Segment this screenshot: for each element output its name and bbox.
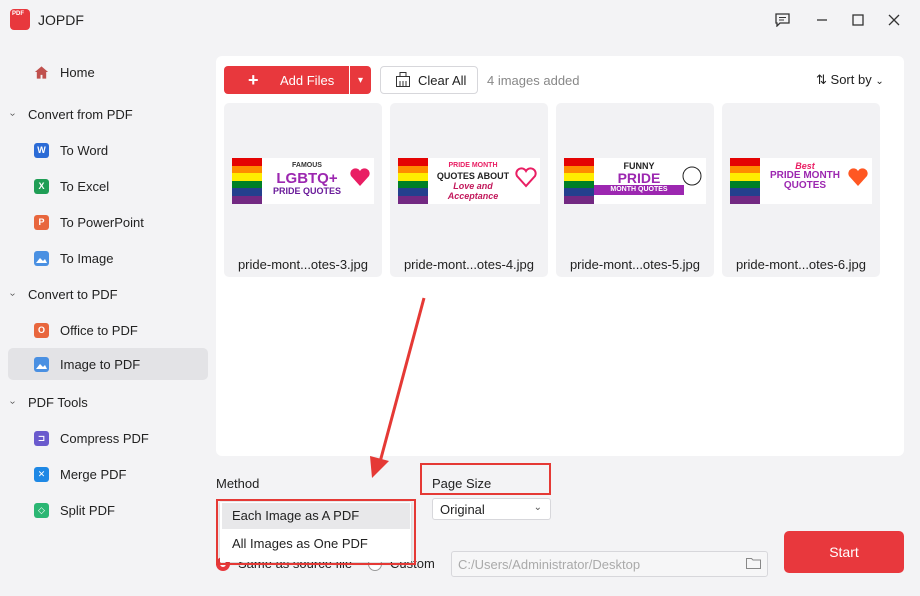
image-icon (34, 250, 49, 266)
chevron-down-icon: ⌄ (533, 502, 542, 513)
office-icon: O (34, 322, 49, 338)
thumbnail-text: PRIDE MONTH QUOTES ABOUT Love and Accept… (436, 162, 510, 201)
file-panel: + Add Files ▾ Clear All 4 images added ⇅… (216, 56, 904, 456)
sidebar-item-label: To Image (60, 250, 114, 266)
compress-icon: ⊐ (34, 430, 49, 446)
rainbow-flag-image (398, 158, 428, 204)
section-pdf-tools[interactable]: › PDF Tools (7, 386, 208, 418)
sidebar-item-label: To Excel (60, 178, 110, 194)
section-label: PDF Tools (28, 394, 88, 410)
page-size-value: Original (440, 502, 485, 517)
app-logo-text: PDF (12, 11, 24, 17)
annotation-highlight-box (216, 499, 416, 565)
method-label: Method (216, 476, 260, 491)
plus-icon: + (248, 69, 259, 90)
powerpoint-icon: P (34, 214, 49, 230)
sidebar-item-to-powerpoint[interactable]: P To PowerPoint (8, 206, 208, 238)
section-label: Convert to PDF (28, 286, 118, 302)
page-size-select[interactable]: Original ⌄ (432, 498, 551, 520)
clear-all-button[interactable]: Clear All (380, 66, 478, 94)
chevron-down-icon: › (7, 112, 19, 116)
file-card[interactable]: FUNNY PRIDE MONTH QUOTES pride-mont...ot… (556, 103, 714, 277)
file-card[interactable]: Best PRIDE MONTH QUOTES pride-mont...ote… (722, 103, 880, 277)
clear-all-label: Clear All (418, 72, 467, 88)
chevron-down-icon: › (7, 292, 19, 296)
chevron-down-icon: ▾ (357, 74, 364, 86)
feedback-icon[interactable] (772, 10, 792, 30)
sidebar-item-label: Merge PDF (60, 466, 127, 482)
sidebar-item-to-image[interactable]: To Image (8, 242, 208, 274)
file-name: pride-mont...otes-4.jpg (403, 257, 535, 272)
section-convert-from-pdf[interactable]: › Convert from PDF (7, 98, 208, 130)
file-name: pride-mont...otes-3.jpg (237, 257, 369, 272)
file-card[interactable]: FAMOUS LGBTQ+ PRIDE QUOTES pride-mont...… (224, 103, 382, 277)
title-bar: PDF JOPDF (0, 0, 920, 40)
file-name: pride-mont...otes-6.jpg (735, 257, 867, 272)
section-convert-to-pdf[interactable]: › Convert to PDF (7, 278, 208, 310)
app-title: JOPDF (38, 12, 84, 28)
sort-icon: ⇅ (816, 72, 827, 87)
sidebar-item-label: Compress PDF (60, 430, 149, 446)
app-logo: PDF (10, 9, 30, 30)
sidebar-item-label: Home (60, 64, 95, 80)
sidebar-item-merge-pdf[interactable]: ✕ Merge PDF (8, 458, 208, 490)
add-files-label: Add Files (280, 72, 335, 88)
sidebar-item-compress-pdf[interactable]: ⊐ Compress PDF (8, 422, 208, 454)
file-thumbnail: PRIDE MONTH QUOTES ABOUT Love and Accept… (398, 158, 540, 204)
heart-icon (515, 167, 537, 188)
file-thumbnail: Best PRIDE MONTH QUOTES (730, 158, 872, 204)
home-icon (34, 65, 49, 80)
sidebar-item-label: Image to PDF (60, 356, 141, 372)
file-name: pride-mont...otes-5.jpg (569, 257, 701, 272)
file-card[interactable]: PRIDE MONTH QUOTES ABOUT Love and Accept… (390, 103, 548, 277)
sidebar-item-split-pdf[interactable]: ◇ Split PDF (8, 494, 208, 526)
rainbow-flag-image (232, 158, 262, 204)
sort-by-button[interactable]: ⇅ Sort by ⌄ (816, 72, 884, 88)
output-path-input[interactable]: C:/Users/Administrator/Desktop (451, 551, 768, 577)
sidebar-item-label: Office to PDF (60, 322, 138, 338)
minimize-icon[interactable] (812, 10, 832, 30)
folder-icon[interactable] (746, 557, 761, 569)
word-icon: W (34, 142, 49, 158)
sidebar-item-to-excel[interactable]: X To Excel (8, 170, 208, 202)
sidebar-item-to-word[interactable]: W To Word (8, 134, 208, 166)
file-thumbnail: FUNNY PRIDE MONTH QUOTES (564, 158, 706, 204)
excel-icon: X (34, 178, 49, 194)
chevron-down-icon: ⌄ (875, 76, 884, 87)
sidebar-item-label: To PowerPoint (60, 214, 144, 230)
add-files-dropdown-button[interactable]: ▾ (350, 66, 371, 94)
sidebar-item-office-to-pdf[interactable]: O Office to PDF (8, 314, 208, 346)
heart-icon (848, 168, 868, 186)
chevron-down-icon: › (7, 400, 19, 404)
thumbnail-text: FAMOUS LGBTQ+ PRIDE QUOTES (272, 162, 341, 196)
file-thumbnail: FAMOUS LGBTQ+ PRIDE QUOTES (232, 158, 374, 204)
heart-icon (350, 168, 370, 186)
sidebar-item-home[interactable]: Home (8, 56, 208, 88)
rainbow-flag-image (564, 158, 594, 204)
section-label: Convert from PDF (28, 106, 133, 122)
sidebar-item-label: To Word (60, 142, 109, 158)
thumbnail-text: Best PRIDE MONTH QUOTES (770, 161, 840, 191)
thumbnail-text: FUNNY PRIDE MONTH QUOTES (594, 161, 684, 195)
image-icon (34, 356, 49, 372)
speech-bubble-icon (682, 166, 702, 186)
sidebar-item-label: Split PDF (60, 502, 115, 518)
sidebar-item-image-to-pdf[interactable]: Image to PDF (8, 348, 208, 380)
maximize-icon[interactable] (848, 10, 868, 30)
split-icon: ◇ (34, 502, 49, 518)
image-count: 4 images added (487, 73, 580, 88)
sort-by-label: Sort by (830, 72, 872, 87)
broom-icon (396, 72, 410, 87)
start-button[interactable]: Start (784, 531, 904, 573)
add-files-button[interactable]: + Add Files (224, 66, 349, 94)
merge-icon: ✕ (34, 466, 49, 482)
close-icon[interactable] (884, 10, 904, 30)
rainbow-flag-image (730, 158, 760, 204)
annotation-highlight-box (420, 463, 551, 495)
